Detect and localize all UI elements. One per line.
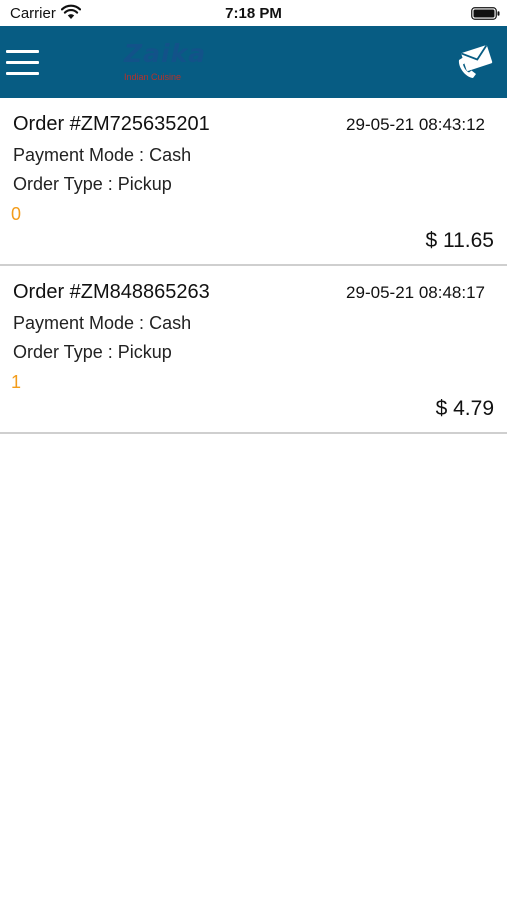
order-total: $ 4.79	[435, 397, 494, 420]
order-list: Order #ZM725635201 29-05-21 08:43:12 Pay…	[0, 98, 507, 434]
order-type: Order Type : Pickup	[13, 174, 172, 194]
order-status-code: 1	[11, 372, 22, 392]
order-total: $ 11.65	[425, 229, 494, 252]
order-status-code: 0	[11, 204, 22, 224]
logo-tagline: Indian Cuisine	[124, 72, 182, 82]
hamburger-menu-icon[interactable]	[6, 50, 39, 76]
order-id: Order #ZM725635201	[13, 113, 210, 135]
order-type: Order Type : Pickup	[13, 342, 172, 362]
payment-mode: Payment Mode : Cash	[13, 145, 192, 165]
phone-envelope-icon[interactable]	[455, 42, 495, 82]
status-time: 7:18 PM	[225, 5, 282, 22]
order-id: Order #ZM848865263	[13, 281, 210, 303]
order-card[interactable]: Order #ZM848865263 29-05-21 08:48:17 Pay…	[0, 266, 507, 434]
battery-icon	[471, 7, 500, 20]
order-date: 29-05-21 08:48:17	[346, 283, 485, 302]
status-bar: Carrier 7:18 PM	[0, 0, 507, 26]
zaika-logo: Zaika Indian Cuisine	[118, 40, 208, 88]
payment-mode: Payment Mode : Cash	[13, 313, 192, 333]
order-card[interactable]: Order #ZM725635201 29-05-21 08:43:12 Pay…	[0, 98, 507, 266]
order-date: 29-05-21 08:43:12	[346, 115, 485, 134]
app-header: Zaika Indian Cuisine	[0, 26, 507, 98]
logo-word: Zaika	[124, 39, 207, 68]
